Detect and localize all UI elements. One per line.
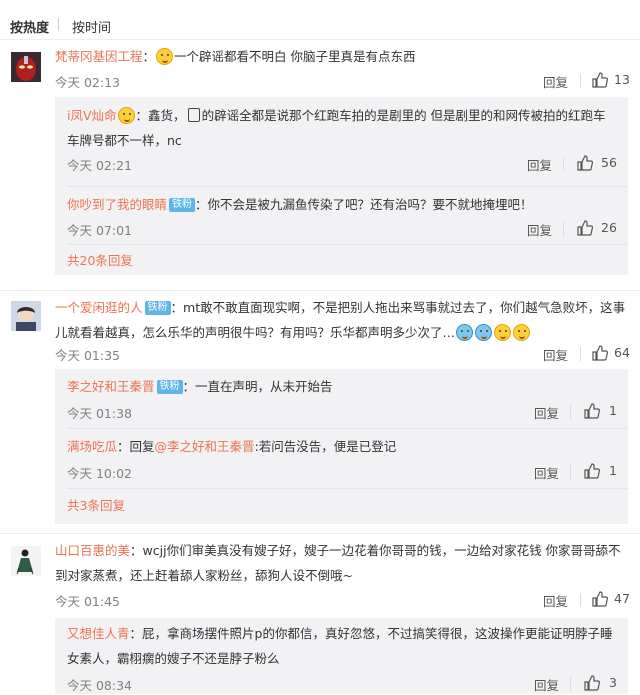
reply-button[interactable]: 回复 bbox=[534, 463, 559, 482]
reply-meta: 今天 08:34 回复 3 bbox=[67, 674, 617, 695]
reply-button[interactable]: 回复 bbox=[527, 155, 552, 174]
reply-meta: 今天 02:21 回复 56 bbox=[67, 154, 617, 175]
replier-name[interactable]: i凤V灿命 bbox=[67, 108, 117, 123]
reply-time: 今天 08:34 bbox=[67, 678, 132, 693]
thumbs-up-icon[interactable] bbox=[583, 402, 601, 420]
reply-section: 又想佳人青：屁，拿商场摆件照片p的你都信，真好忽悠，不过搞笑得很，这波操作更能证… bbox=[55, 618, 628, 694]
reply-meta: 今天 01:38 回复 1 bbox=[67, 402, 617, 423]
thumbs-up-icon[interactable] bbox=[591, 71, 609, 89]
commenter-name[interactable]: 山口百惠的美 bbox=[55, 543, 130, 558]
fan-badge: 铁粉 bbox=[169, 198, 196, 212]
comment-time: 今天 01:45 bbox=[55, 594, 120, 609]
meta-separator bbox=[580, 593, 581, 607]
comment-item: 一个爱闲逛的人 铁粉 ：mt敢不敢直面现实啊，不是把别人拖出来骂事就过去了，你们越气… bbox=[0, 290, 640, 533]
reply-button[interactable]: 回复 bbox=[543, 345, 568, 364]
fan-badge: 铁粉 bbox=[144, 301, 171, 315]
comment-text: 梵蒂冈基因工程： 一个辟谣都看不明白 你脑子里真是有点东西 bbox=[55, 48, 416, 65]
reply-divider bbox=[67, 244, 628, 245]
replier-name[interactable]: 你吵到了我的眼睛 bbox=[67, 197, 167, 212]
reply-item: 满场吃瓜：回复@李之好和王秦晋:若问告没告，便是已登记 今天 10:02 回复 … bbox=[55, 429, 628, 487]
reply-item: i凤V灿命 ：鑫货， 的辟谣全都是说那个红跑车拍的是剧里的 但是剧里的和网传被拍的红… bbox=[55, 97, 628, 185]
reply-time: 今天 07:01 bbox=[67, 223, 132, 238]
reply-time: 今天 01:38 bbox=[67, 406, 132, 421]
like-count: 56 bbox=[601, 155, 617, 170]
reply-section: 李之好和王秦晋 铁粉 ：一直在声明，从未开始告 今天 01:38 回复 1 满场吃瓜… bbox=[55, 369, 628, 524]
reply-button[interactable]: 回复 bbox=[527, 220, 552, 239]
comment-meta: 今天 02:13 回复 13 bbox=[55, 71, 630, 92]
reply-button[interactable]: 回复 bbox=[534, 403, 559, 422]
cry-emoji-icon bbox=[456, 324, 474, 341]
meta-separator bbox=[563, 157, 564, 171]
meta-separator bbox=[580, 347, 581, 361]
meta-separator bbox=[570, 465, 571, 479]
reply-time: 今天 10:02 bbox=[67, 466, 132, 481]
reply-item: 你吵到了我的眼睛 铁粉 ：你不会是被九漏鱼传染了吧？还有治吗？要不就地掩埋吧！ 今天… bbox=[55, 187, 628, 243]
replier-name[interactable]: 又想佳人青 bbox=[67, 626, 130, 641]
like-count: 26 bbox=[601, 220, 617, 235]
sort-by-time-tab[interactable]: 按时间 bbox=[72, 17, 111, 36]
sort-by-hot-tab[interactable]: 按热度 bbox=[10, 17, 49, 36]
reply-time: 今天 02:21 bbox=[67, 158, 132, 173]
sort-divider bbox=[58, 18, 59, 31]
reply-button[interactable]: 回复 bbox=[543, 591, 568, 610]
mention-link[interactable]: @李之好和王秦晋 bbox=[155, 439, 255, 454]
thumbs-up-icon[interactable] bbox=[576, 219, 594, 237]
thumbs-up-icon[interactable] bbox=[583, 674, 601, 692]
meta-separator bbox=[563, 222, 564, 236]
crown-emoji-icon bbox=[117, 107, 135, 124]
comment-item: 山口百惠的美：wcjj你们审美真没有嫂子好，嫂子一边花着你哥哥的钱，一边给对家花… bbox=[0, 533, 640, 694]
thumbs-up-icon[interactable] bbox=[583, 462, 601, 480]
like-count: 1 bbox=[609, 403, 617, 418]
meta-separator bbox=[580, 74, 581, 88]
reply-section: i凤V灿命 ：鑫货， 的辟谣全都是说那个红跑车拍的是剧里的 但是剧里的和网传被拍的红… bbox=[55, 97, 628, 275]
meta-separator bbox=[570, 677, 571, 691]
thumbs-up-icon[interactable] bbox=[591, 344, 609, 362]
comment-text: 一个爱闲逛的人 铁粉 ：mt敢不敢直面现实啊，不是把别人拖出来骂事就过去了，你们越气… bbox=[55, 300, 626, 341]
reply-button[interactable]: 回复 bbox=[543, 72, 568, 91]
replier-name[interactable]: 李之好和王秦晋 bbox=[67, 379, 155, 394]
comment-time: 今天 02:13 bbox=[55, 75, 120, 90]
gesture-icon bbox=[187, 108, 200, 122]
comment-text: 山口百惠的美：wcjj你们审美真没有嫂子好，嫂子一边花着你哥哥的钱，一边给对家花… bbox=[55, 543, 621, 583]
superhero-avatar[interactable] bbox=[11, 52, 41, 82]
comment-item: 梵蒂冈基因工程： 一个辟谣都看不明白 你脑子里真是有点东西 今天 02:13 回复… bbox=[0, 40, 640, 289]
replier-name[interactable]: 满场吃瓜 bbox=[67, 439, 117, 454]
reply-divider bbox=[67, 488, 628, 489]
sleepy-emoji-icon bbox=[494, 324, 512, 341]
like-count: 47 bbox=[614, 591, 630, 606]
sort-bar: 按热度 按时间 bbox=[0, 0, 640, 40]
thumbs-up-icon[interactable] bbox=[591, 590, 609, 608]
commenter-name[interactable]: 一个爱闲逛的人 bbox=[55, 300, 143, 315]
reply-item: 又想佳人青：屁，拿商场摆件照片p的你都信，真好忽悠，不过搞笑得很，这波操作更能证… bbox=[55, 618, 628, 694]
like-count: 64 bbox=[614, 345, 630, 360]
reply-text: 又想佳人青：屁，拿商场摆件照片p的你都信，真好忽悠，不过搞笑得很，这波操作更能证… bbox=[67, 626, 613, 666]
reply-item: 李之好和王秦晋 铁粉 ：一直在声明，从未开始告 今天 01:38 回复 1 bbox=[55, 369, 628, 427]
reply-text: i凤V灿命 ：鑫货， 的辟谣全都是说那个红跑车拍的是剧里的 但是剧里的和网传被拍的红… bbox=[67, 107, 606, 148]
like-count: 13 bbox=[614, 72, 630, 87]
thumbs-up-icon[interactable] bbox=[576, 154, 594, 172]
commenter-name[interactable]: 梵蒂冈基因工程 bbox=[55, 49, 143, 64]
fan-badge: 铁粉 bbox=[156, 380, 183, 394]
grimace-emoji-icon bbox=[513, 324, 531, 341]
reply-meta: 今天 10:02 回复 1 bbox=[67, 462, 617, 483]
more-replies-link[interactable]: 共20条回复 bbox=[67, 250, 133, 269]
anime-avatar[interactable] bbox=[11, 301, 41, 331]
more-replies-link[interactable]: 共3条回复 bbox=[67, 495, 125, 514]
comment-meta: 今天 01:35 回复 64 bbox=[55, 344, 630, 365]
reply-text: 你吵到了我的眼睛 铁粉 ：你不会是被九漏鱼传染了吧？还有治吗？要不就地掩埋吧！ bbox=[67, 197, 533, 212]
meta-separator bbox=[570, 405, 571, 419]
reply-text: 李之好和王秦晋 铁粉 ：一直在声明，从未开始告 bbox=[67, 379, 333, 394]
reply-meta: 今天 07:01 回复 26 bbox=[67, 219, 617, 240]
thinking-emoji-icon bbox=[156, 48, 174, 65]
comment-time: 今天 01:35 bbox=[55, 348, 120, 363]
reply-button[interactable]: 回复 bbox=[534, 675, 559, 694]
like-count: 1 bbox=[609, 463, 617, 478]
reply-text: 满场吃瓜：回复@李之好和王秦晋:若问告没告，便是已登记 bbox=[67, 439, 397, 454]
comment-meta: 今天 01:45 回复 47 bbox=[55, 590, 630, 611]
sketch-figure-avatar[interactable] bbox=[11, 546, 41, 576]
cry-emoji-icon bbox=[475, 324, 493, 341]
like-count: 3 bbox=[609, 675, 617, 690]
